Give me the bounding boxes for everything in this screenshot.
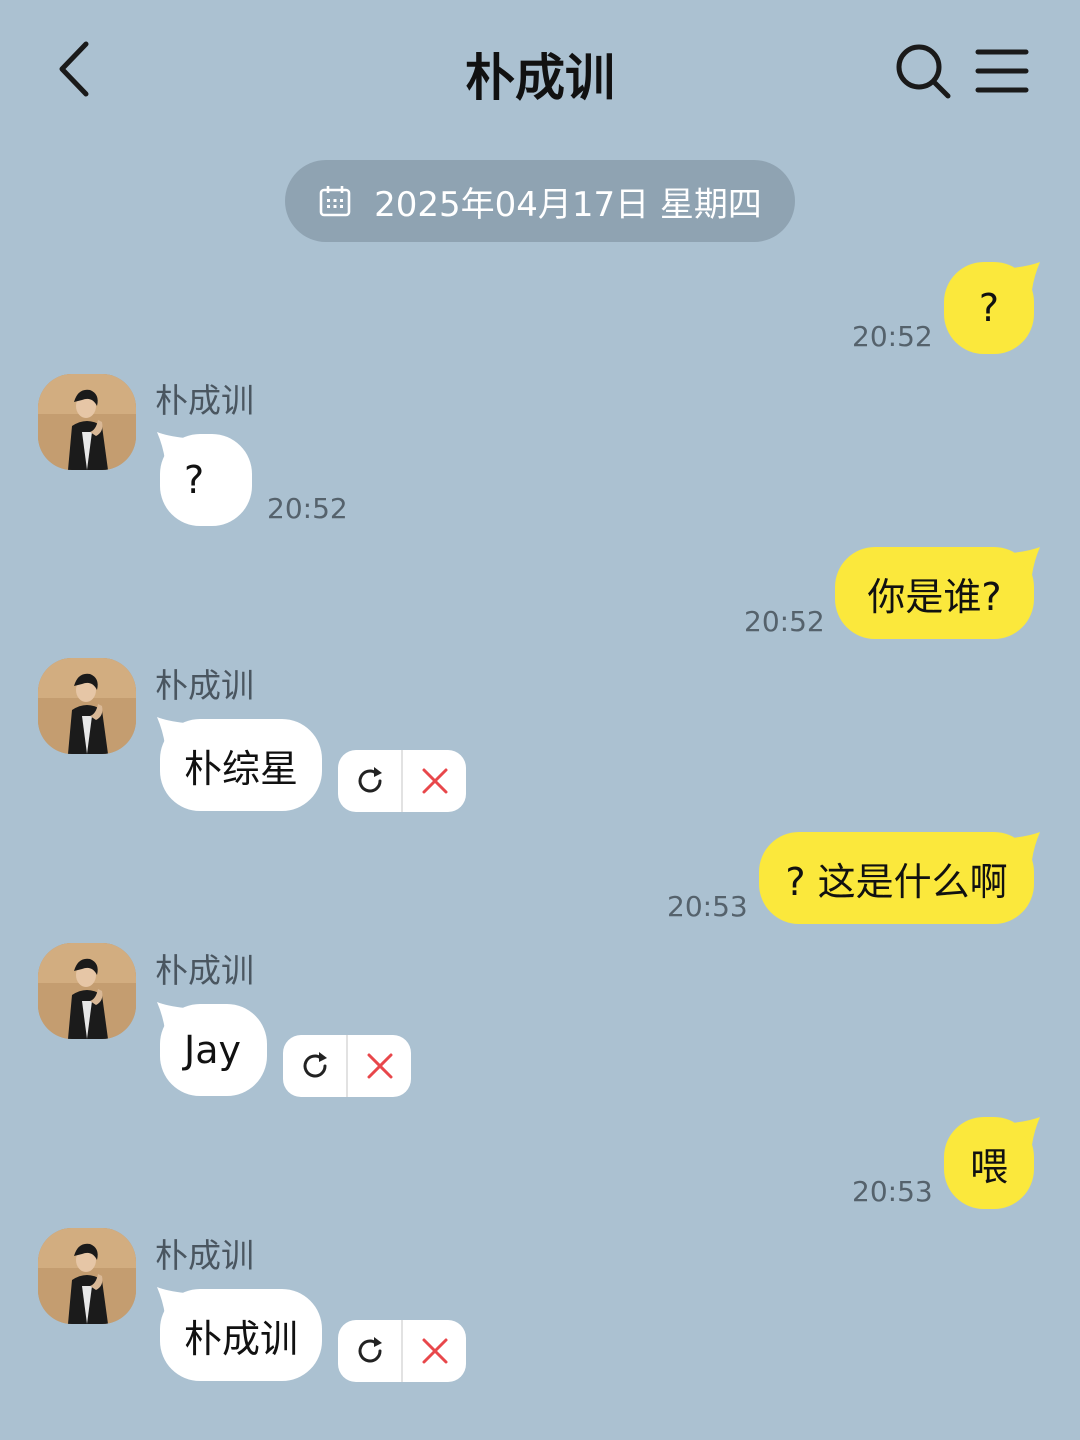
retry-button[interactable] bbox=[283, 1035, 346, 1097]
failed-message-actions bbox=[338, 750, 466, 812]
incoming-message-bubble[interactable]: 朴成训 bbox=[160, 1289, 322, 1381]
retry-icon bbox=[358, 1337, 382, 1363]
avatar[interactable] bbox=[38, 658, 136, 754]
sender-name: 朴成训 bbox=[155, 381, 254, 420]
failed-message-actions bbox=[338, 1320, 466, 1382]
outgoing-message-bubble[interactable]: 你是谁? bbox=[835, 547, 1034, 639]
bubble-tail bbox=[1012, 262, 1040, 290]
message-text: 你是谁? bbox=[867, 574, 1002, 619]
message-text: ? bbox=[184, 458, 205, 502]
retry-button[interactable] bbox=[338, 750, 401, 812]
message-time: 20:52 bbox=[267, 492, 348, 525]
search-button[interactable] bbox=[892, 40, 954, 102]
retry-button[interactable] bbox=[338, 1320, 401, 1382]
menu-button[interactable] bbox=[974, 44, 1030, 98]
chat-header: 朴成训 bbox=[0, 0, 1080, 140]
message-time: 20:52 bbox=[852, 320, 933, 353]
hamburger-menu-icon bbox=[975, 49, 1029, 93]
delete-button[interactable] bbox=[403, 1320, 466, 1382]
sender-name: 朴成训 bbox=[155, 1236, 254, 1275]
message-text: ? 这是什么啊 bbox=[785, 859, 1008, 904]
delete-x-icon bbox=[422, 1338, 447, 1364]
date-divider-text: 2025年04月17日 星期四 bbox=[374, 184, 762, 225]
search-icon bbox=[896, 44, 951, 99]
bubble-tail bbox=[1012, 547, 1040, 575]
message-time: 20:52 bbox=[744, 605, 825, 638]
failed-message-actions bbox=[283, 1035, 411, 1097]
delete-button[interactable] bbox=[403, 750, 466, 812]
incoming-message-bubble[interactable]: 朴综星 bbox=[160, 719, 322, 811]
sender-name: 朴成训 bbox=[155, 951, 254, 990]
message-time: 20:53 bbox=[667, 890, 748, 923]
delete-x-icon bbox=[367, 1053, 392, 1079]
message-text: Jay bbox=[184, 1028, 241, 1072]
retry-icon bbox=[303, 1052, 327, 1078]
delete-button[interactable] bbox=[348, 1035, 411, 1097]
retry-icon bbox=[358, 767, 382, 793]
message-text: 朴成训 bbox=[184, 1316, 299, 1361]
incoming-message-bubble[interactable]: Jay bbox=[160, 1004, 267, 1096]
bubble-tail bbox=[1012, 1117, 1040, 1145]
avatar[interactable] bbox=[38, 1228, 136, 1324]
sender-name: 朴成训 bbox=[155, 666, 254, 705]
message-text: ? bbox=[978, 286, 1000, 330]
avatar[interactable] bbox=[38, 943, 136, 1039]
date-divider: 2025年04月17日 星期四 bbox=[285, 160, 795, 242]
incoming-message-bubble[interactable]: ? bbox=[160, 434, 252, 526]
avatar[interactable] bbox=[38, 374, 136, 470]
message-text: 朴综星 bbox=[184, 746, 299, 791]
message-time: 20:53 bbox=[852, 1175, 933, 1208]
delete-x-icon bbox=[422, 768, 447, 794]
calendar-icon bbox=[319, 186, 351, 217]
bubble-tail bbox=[1012, 832, 1040, 860]
message-text: 喂 bbox=[969, 1144, 1008, 1189]
outgoing-message-bubble[interactable]: ? 这是什么啊 bbox=[759, 832, 1034, 924]
